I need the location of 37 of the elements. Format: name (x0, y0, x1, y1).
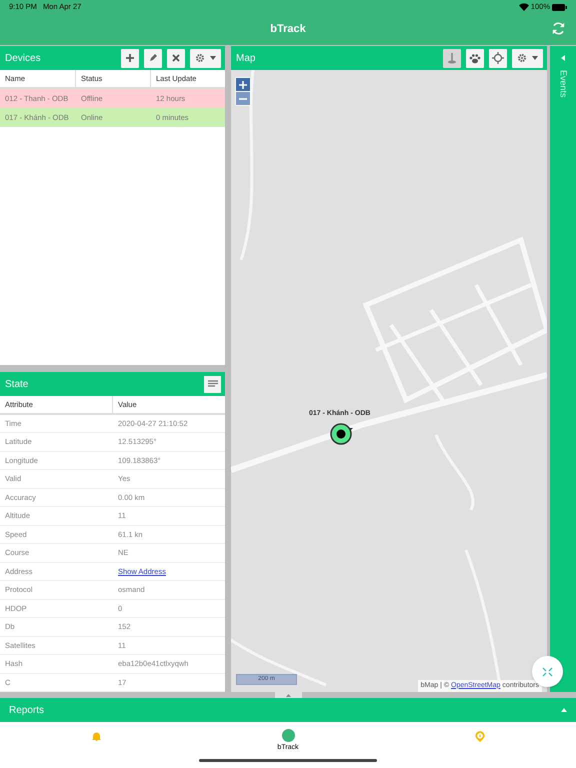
map-title: Map (236, 52, 256, 66)
list-button[interactable] (204, 376, 221, 392)
battery-icon (552, 4, 567, 10)
refresh-icon[interactable] (551, 21, 566, 36)
add-button[interactable] (121, 48, 139, 68)
collapse-icon[interactable] (560, 55, 566, 61)
paw-icon (469, 52, 481, 64)
remove-button[interactable] (167, 48, 185, 68)
settings-button[interactable] (512, 48, 543, 68)
app-title: bTrack (270, 22, 306, 38)
caret-icon (532, 56, 538, 60)
pin-button[interactable] (443, 48, 461, 68)
expand-arrows-icon (542, 666, 553, 676)
settings-button[interactable] (190, 48, 221, 68)
state-title: State (5, 378, 28, 392)
plus-icon (125, 53, 135, 63)
list-icon (208, 380, 218, 388)
wifi-icon (518, 3, 529, 11)
pin-icon (447, 52, 457, 64)
locate-button[interactable] (489, 48, 507, 68)
close-icon (171, 53, 181, 63)
devices-title: Devices (5, 52, 41, 66)
zoom-in-button[interactable] (236, 78, 250, 91)
expand-handle[interactable] (274, 692, 302, 698)
logo-icon[interactable] (282, 729, 294, 742)
expand-icon (561, 708, 567, 712)
plus-icon (239, 80, 247, 88)
pencil-icon (148, 53, 158, 63)
gear-icon (517, 53, 527, 63)
zoom-out-button[interactable] (236, 92, 250, 105)
edit-button[interactable] (144, 48, 162, 68)
gear-icon (195, 53, 205, 63)
caret-icon (210, 56, 216, 60)
device-marker-icon[interactable] (330, 423, 354, 445)
crosshair-icon (492, 52, 504, 64)
reports-title: Reports (9, 704, 44, 718)
paw-button[interactable] (466, 48, 484, 68)
